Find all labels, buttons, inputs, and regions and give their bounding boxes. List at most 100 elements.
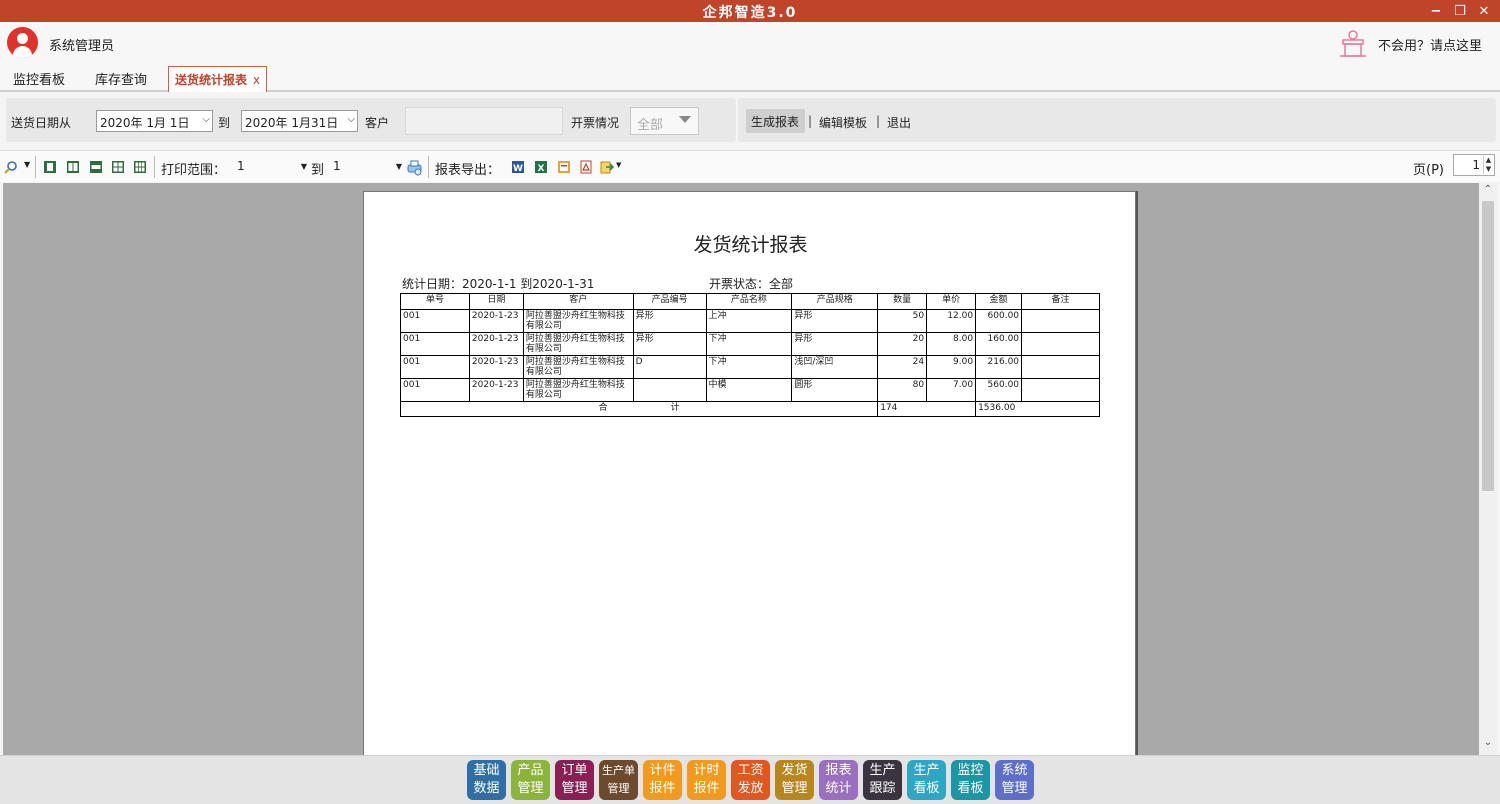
table-cell [1021, 355, 1100, 379]
table-total-row: 合 计 174 1536.00 [399, 401, 1100, 417]
table-cell: 001 [400, 355, 470, 379]
table-row: 001 2020-1-23 阿拉善盟沙舟红生物科技有限公司 中模 圆形 80 7… [400, 378, 1100, 402]
table-row: 001 2020-1-23 阿拉善盟沙舟红生物科技有限公司 异形 下冲 异形 2… [400, 332, 1100, 356]
dock-system-mgmt[interactable]: 系统 管理 [995, 760, 1034, 800]
invoice-value: 全部 [637, 118, 664, 133]
dock-label: 管理 [1001, 781, 1028, 796]
tab-bar: 监控看板 库存查询 送货统计报表 x [0, 64, 1500, 92]
export-word-icon[interactable]: W [511, 160, 525, 174]
table-cell: 阿拉善盟沙舟红生物科技有限公司 [522, 355, 634, 379]
print-range-label: 打印范围： [161, 163, 227, 178]
tab-delivery-report[interactable]: 送货统计报表 x [168, 66, 268, 92]
table-cell: 160.00 [975, 332, 1023, 356]
customer-input[interactable] [405, 107, 563, 135]
page-spinner[interactable]: ▲ ▼ [1483, 156, 1493, 174]
table-cell: 2020-1-23 [468, 378, 524, 402]
export-excel-icon[interactable]: X [534, 160, 548, 174]
invoice-select[interactable]: 全部 [630, 107, 699, 135]
dock-shipping-mgmt[interactable]: 发货 管理 [775, 760, 814, 800]
col-header: 金额 [975, 293, 1023, 310]
separator: | [876, 114, 881, 128]
report-date-range: 统计日期：2020-1-1 到2020-1-31 [402, 277, 595, 291]
export-dropdown-icon[interactable]: ▼ [616, 161, 621, 169]
dock-piecework[interactable]: 计件 报件 [643, 760, 682, 800]
dock-basic-data[interactable]: 基础 数据 [467, 760, 506, 800]
toolbar-divider [35, 156, 36, 178]
date-to-picker[interactable]: 2020年 1月31日 ⌵ [241, 110, 358, 132]
dock-label: 工资 [737, 763, 764, 778]
col-header: 数量 [877, 293, 928, 310]
total-quantity: 174 [877, 401, 977, 417]
dock-production-board[interactable]: 生产 看板 [907, 760, 946, 800]
dock-monitor-board[interactable]: 监控 看板 [951, 760, 990, 800]
table-cell: 异形 [791, 332, 879, 356]
dock-payroll[interactable]: 工资 发放 [731, 760, 770, 800]
table-cell: 浅凹/深凹 [791, 355, 879, 379]
print-icon[interactable] [406, 159, 423, 176]
svg-text:X: X [538, 164, 545, 174]
two-page-icon[interactable] [66, 160, 80, 174]
scroll-up-icon[interactable]: ⌃ [1479, 184, 1497, 200]
page-number-input[interactable]: 1 ▲ ▼ [1453, 154, 1495, 176]
minimize-button[interactable]: − [1424, 0, 1448, 22]
help-person-icon[interactable] [1338, 28, 1368, 58]
edit-template-button[interactable]: 编辑模板 [819, 114, 867, 131]
zoom-dropdown-icon[interactable]: ▼ [24, 160, 30, 169]
dock-label: 数据 [473, 781, 500, 796]
table-cell [1021, 332, 1100, 356]
table-cell: 上冲 [705, 309, 793, 333]
date-from-value: 2020年 1月 1日 [100, 116, 190, 130]
customer-label: 客户 [365, 116, 390, 130]
dock-product-mgmt[interactable]: 产品 管理 [511, 760, 550, 800]
toolbar-divider [428, 156, 429, 178]
dock-timework[interactable]: 计时 报件 [687, 760, 726, 800]
exit-button[interactable]: 退出 [887, 114, 911, 131]
user-avatar-icon[interactable] [7, 27, 38, 58]
help-link[interactable]: 不会用？请点这里 [1378, 35, 1482, 54]
tab-delivery-report-label: 送货统计报表 [175, 73, 248, 87]
export-pdf-icon[interactable] [579, 160, 593, 174]
table-row: 001 2020-1-23 阿拉善盟沙舟红生物科技有限公司 异形 上冲 异形 5… [400, 309, 1100, 333]
table-cell: D [632, 355, 707, 379]
print-range-to[interactable]: 1 ▼ [331, 158, 402, 176]
dock-label: 管理 [781, 781, 808, 796]
multi-page-icon[interactable] [133, 160, 147, 174]
tab-monitor-board[interactable]: 监控看板 [13, 69, 65, 88]
report-invoice-status: 开票状态：全部 [709, 277, 794, 291]
table-cell: 圆形 [791, 378, 879, 402]
dock-order-mgmt[interactable]: 订单 管理 [555, 760, 594, 800]
table-cell: 2020-1-23 [468, 309, 524, 333]
date-from-picker[interactable]: 2020年 1月 1日 ⌵ [96, 110, 213, 132]
table-cell: 216.00 [975, 355, 1023, 379]
generate-report-button[interactable]: 生成报表 [746, 109, 805, 133]
dock-report-stats[interactable]: 报表 统计 [819, 760, 858, 800]
export-other-icon[interactable] [600, 160, 614, 174]
tab-close-button[interactable]: x [253, 73, 260, 87]
table-cell: 异形 [632, 309, 707, 333]
preview-toolbar: ▼ 打印范围： 1 ▼ 到 1 ▼ 报表导出： W X ▼ 页(P) [0, 150, 1500, 182]
preview-scrollbar[interactable]: ⌃ ⌄ [1479, 183, 1497, 755]
four-page-icon[interactable] [111, 160, 125, 174]
dock-label: 报表 [825, 763, 852, 778]
table-cell: 7.00 [926, 378, 977, 402]
dock-label: 看板 [913, 781, 940, 796]
table-row: 001 2020-1-23 阿拉善盟沙舟红生物科技有限公司 D 下冲 浅凹/深凹… [400, 355, 1100, 379]
single-page-icon[interactable] [43, 160, 57, 174]
dropdown-arrow-icon [679, 116, 691, 123]
col-header: 日期 [468, 293, 524, 310]
close-window-button[interactable]: ✕ [1472, 0, 1496, 22]
print-range-from[interactable]: 1 ▼ [235, 158, 307, 176]
dock-production-tracking[interactable]: 生产 跟踪 [863, 760, 902, 800]
dock-label: 管理 [561, 781, 588, 796]
title-bar: 企邦智造3.0 − ❐ ✕ [0, 0, 1500, 22]
scroll-down-icon[interactable]: ⌄ [1479, 737, 1497, 753]
scroll-thumb[interactable] [1482, 201, 1494, 491]
tab-inventory-query[interactable]: 库存查询 [95, 69, 147, 88]
range-to-label: 到 [311, 163, 325, 178]
dock-label: 监控 [957, 763, 984, 778]
zoom-icon[interactable] [4, 160, 18, 174]
wide-page-icon[interactable] [89, 160, 103, 174]
maximize-button[interactable]: ❐ [1448, 0, 1472, 22]
dock-production-order[interactable]: 生产单 管理 [599, 760, 638, 800]
export-html-icon[interactable] [557, 160, 571, 174]
